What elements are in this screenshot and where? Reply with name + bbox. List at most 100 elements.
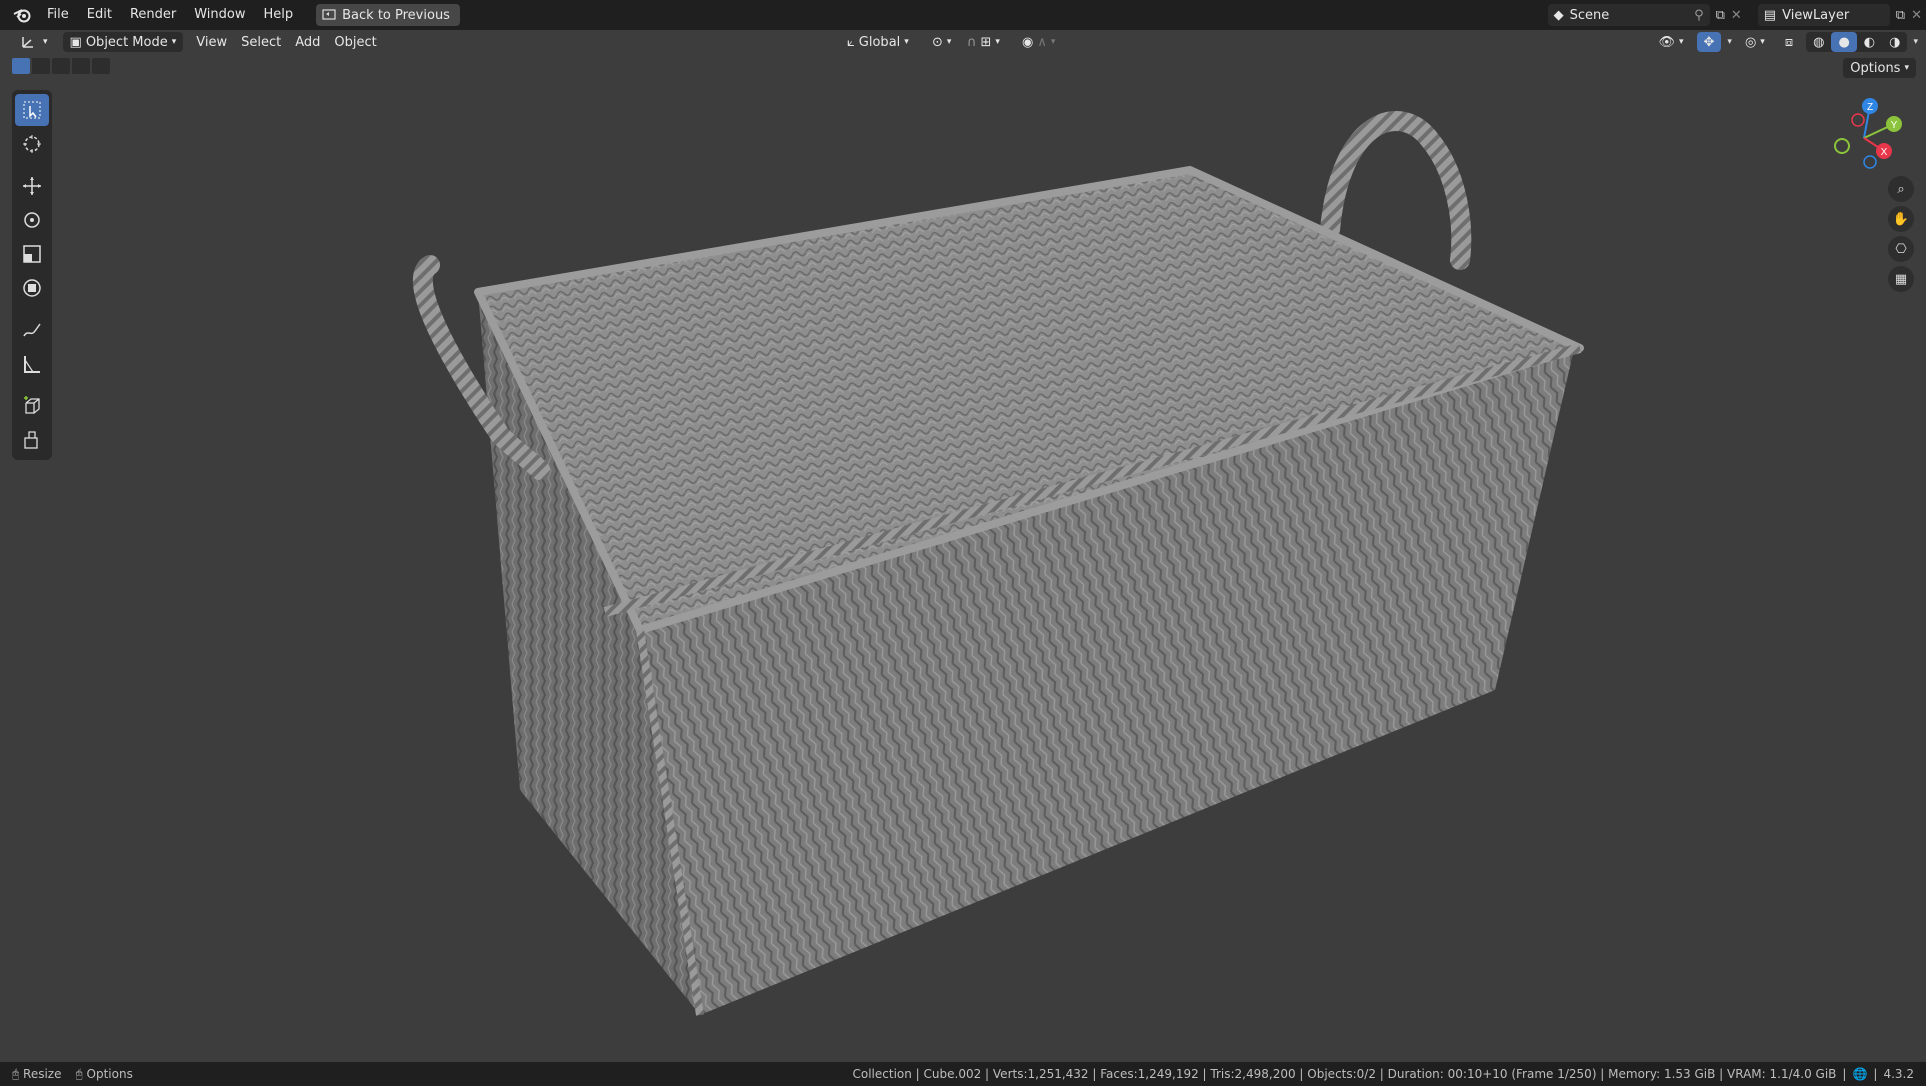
chevron-down-icon: ▾ bbox=[1050, 37, 1056, 47]
select-invert-icon[interactable] bbox=[72, 58, 90, 74]
gizmo-y-label: Y bbox=[1891, 120, 1898, 131]
rotate-icon bbox=[24, 212, 40, 228]
axis-gizmo-icon: Z Y X bbox=[1834, 98, 1902, 169]
view-layer-selector[interactable]: ▤ ViewLayer bbox=[1757, 4, 1890, 26]
select-menu[interactable]: Select bbox=[234, 32, 288, 52]
options-dropdown[interactable]: Options ▾ bbox=[1843, 58, 1916, 78]
select-intersect-icon[interactable] bbox=[92, 58, 110, 74]
tool-shelf bbox=[12, 90, 52, 460]
chevron-down-icon: ▾ bbox=[1760, 37, 1765, 47]
basket-model bbox=[412, 111, 1584, 1016]
camera-icon: ⎔ bbox=[1895, 241, 1907, 257]
delete-scene-icon[interactable]: ✕ bbox=[1731, 8, 1742, 23]
overlays-toggle[interactable]: ◎ ▾ bbox=[1738, 32, 1772, 52]
pivot-point-dropdown[interactable]: ⊙ ▾ bbox=[925, 32, 958, 52]
grid-icon: ▦ bbox=[1894, 271, 1908, 287]
selection-mode-buttons bbox=[12, 58, 110, 74]
object-menu[interactable]: Object bbox=[327, 32, 383, 52]
options-label: Options bbox=[1850, 60, 1901, 76]
proportional-icon: ◉ bbox=[1022, 34, 1034, 50]
cursor-tool[interactable] bbox=[15, 128, 49, 160]
proportional-editing-toggle[interactable]: ◉ ∧ ▾ bbox=[1015, 32, 1062, 52]
add-menu[interactable]: Add bbox=[288, 32, 327, 52]
zoom-button[interactable]: ⌕ bbox=[1888, 176, 1914, 202]
extrude-tool[interactable] bbox=[15, 424, 49, 456]
globe-icon[interactable]: 🌐 bbox=[1852, 1067, 1867, 1081]
blender-logo-icon[interactable] bbox=[6, 7, 38, 23]
status-hints: 🖰 Resize 🖰 Options bbox=[0, 1067, 133, 1082]
falloff-icon: ∧ bbox=[1037, 34, 1047, 50]
select-subtract-icon[interactable] bbox=[52, 58, 70, 74]
material-shading-icon[interactable]: ◐ bbox=[1857, 32, 1882, 52]
menu-window[interactable]: Window bbox=[185, 4, 254, 26]
gizmo-x-label: X bbox=[1881, 147, 1888, 158]
back-to-previous-button[interactable]: Back to Previous bbox=[316, 4, 460, 26]
rotate-tool[interactable] bbox=[15, 204, 49, 236]
camera-view-button[interactable]: ⎔ bbox=[1888, 236, 1914, 262]
scene-name: Scene bbox=[1569, 7, 1610, 23]
measure-tool[interactable] bbox=[15, 348, 49, 380]
separator: | bbox=[1842, 1067, 1847, 1081]
3d-viewport[interactable]: ▾ ▣ Object Mode ▾ View Select Add Object… bbox=[0, 30, 1926, 1062]
chevron-down-icon: ▾ bbox=[946, 37, 952, 47]
gizmo-toggle[interactable]: ✥ bbox=[1696, 32, 1722, 52]
delete-view-layer-icon[interactable]: ✕ bbox=[1911, 8, 1922, 23]
select-new-icon[interactable] bbox=[12, 58, 30, 74]
wireframe-shading-icon[interactable]: ◍ bbox=[1806, 32, 1831, 52]
scene-statistics: Collection | Cube.002 | Verts:1,251,432 … bbox=[852, 1067, 1837, 1081]
viewport-header-right: 👁 ▾ ✥ ▾ ◎ ▾ ⧈ ◍ ● ◐ ◑ ▾ bbox=[1651, 32, 1918, 52]
snap-toggle[interactable]: ∩ ⊞ ▾ bbox=[960, 32, 1007, 52]
gizmo-icon: ✥ bbox=[1703, 34, 1715, 50]
eye-icon: 👁 bbox=[1658, 34, 1675, 50]
add-cube-tool[interactable] bbox=[15, 390, 49, 422]
hand-icon: ✋ bbox=[1892, 211, 1910, 227]
viewport-header: ▾ ▣ Object Mode ▾ View Select Add Object… bbox=[0, 30, 1926, 54]
annotate-tool[interactable] bbox=[15, 314, 49, 346]
version-label: 4.3.2 bbox=[1883, 1067, 1914, 1081]
screen-icon bbox=[322, 9, 336, 20]
menu-render[interactable]: Render bbox=[121, 4, 185, 26]
rendered-shading-icon[interactable]: ◑ bbox=[1882, 32, 1907, 52]
move-icon bbox=[23, 177, 41, 195]
cursor-icon bbox=[23, 135, 41, 153]
menu-edit[interactable]: Edit bbox=[78, 4, 121, 26]
top-bar: File Edit Render Window Help Back to Pre… bbox=[0, 0, 1926, 30]
pan-button[interactable]: ✋ bbox=[1888, 206, 1914, 232]
editor-type-dropdown[interactable]: ▾ bbox=[14, 32, 55, 52]
options-hint-label: Options bbox=[86, 1066, 133, 1081]
menu-file[interactable]: File bbox=[38, 4, 78, 26]
visibility-dropdown[interactable]: 👁 ▾ bbox=[1651, 32, 1690, 52]
scene-selector[interactable]: ◆ Scene ⚲ bbox=[1547, 4, 1710, 26]
chevron-down-icon: ▾ bbox=[43, 37, 48, 47]
object-mode-dropdown[interactable]: ▣ Object Mode ▾ bbox=[62, 32, 184, 52]
transform-tool[interactable] bbox=[15, 272, 49, 304]
select-extend-icon[interactable] bbox=[32, 58, 50, 74]
resize-label: Resize bbox=[23, 1066, 62, 1081]
perspective-toggle-button[interactable]: ▦ bbox=[1888, 266, 1914, 292]
new-scene-icon[interactable]: ⧉ bbox=[1716, 8, 1725, 23]
extrude-icon bbox=[24, 431, 38, 449]
overlays-icon: ◎ bbox=[1744, 34, 1757, 50]
magnet-icon: ∩ bbox=[967, 34, 977, 50]
3d-viewport-icon bbox=[22, 37, 33, 48]
pin-icon[interactable]: ⚲ bbox=[1694, 8, 1704, 23]
move-tool[interactable] bbox=[15, 170, 49, 202]
cube-icon: ▣ bbox=[69, 34, 82, 50]
menu-help[interactable]: Help bbox=[255, 4, 303, 26]
scale-icon bbox=[23, 245, 41, 263]
chevron-down-icon[interactable]: ▾ bbox=[1913, 37, 1918, 47]
new-view-layer-icon[interactable]: ⧉ bbox=[1896, 8, 1905, 23]
chevron-down-icon[interactable]: ▾ bbox=[1727, 37, 1732, 47]
options-hint: 🖰 Options bbox=[75, 1067, 132, 1082]
view-menu[interactable]: View bbox=[189, 32, 234, 52]
xray-toggle[interactable]: ⧈ bbox=[1778, 32, 1800, 52]
solid-shading-icon[interactable]: ● bbox=[1831, 32, 1857, 52]
select-box-tool[interactable] bbox=[15, 94, 49, 126]
transform-orientation-dropdown[interactable]: ⟀ Global ▾ bbox=[840, 32, 916, 52]
chevron-down-icon: ▾ bbox=[171, 37, 177, 47]
annotate-icon bbox=[23, 323, 41, 337]
navigation-gizmo[interactable]: Z Y X bbox=[1822, 96, 1906, 180]
view-layer-name: ViewLayer bbox=[1782, 7, 1850, 23]
top-right-controls: ◆ Scene ⚲ ⧉ ✕ ▤ ViewLayer ⧉ ✕ bbox=[1547, 4, 1922, 26]
scale-tool[interactable] bbox=[15, 238, 49, 270]
